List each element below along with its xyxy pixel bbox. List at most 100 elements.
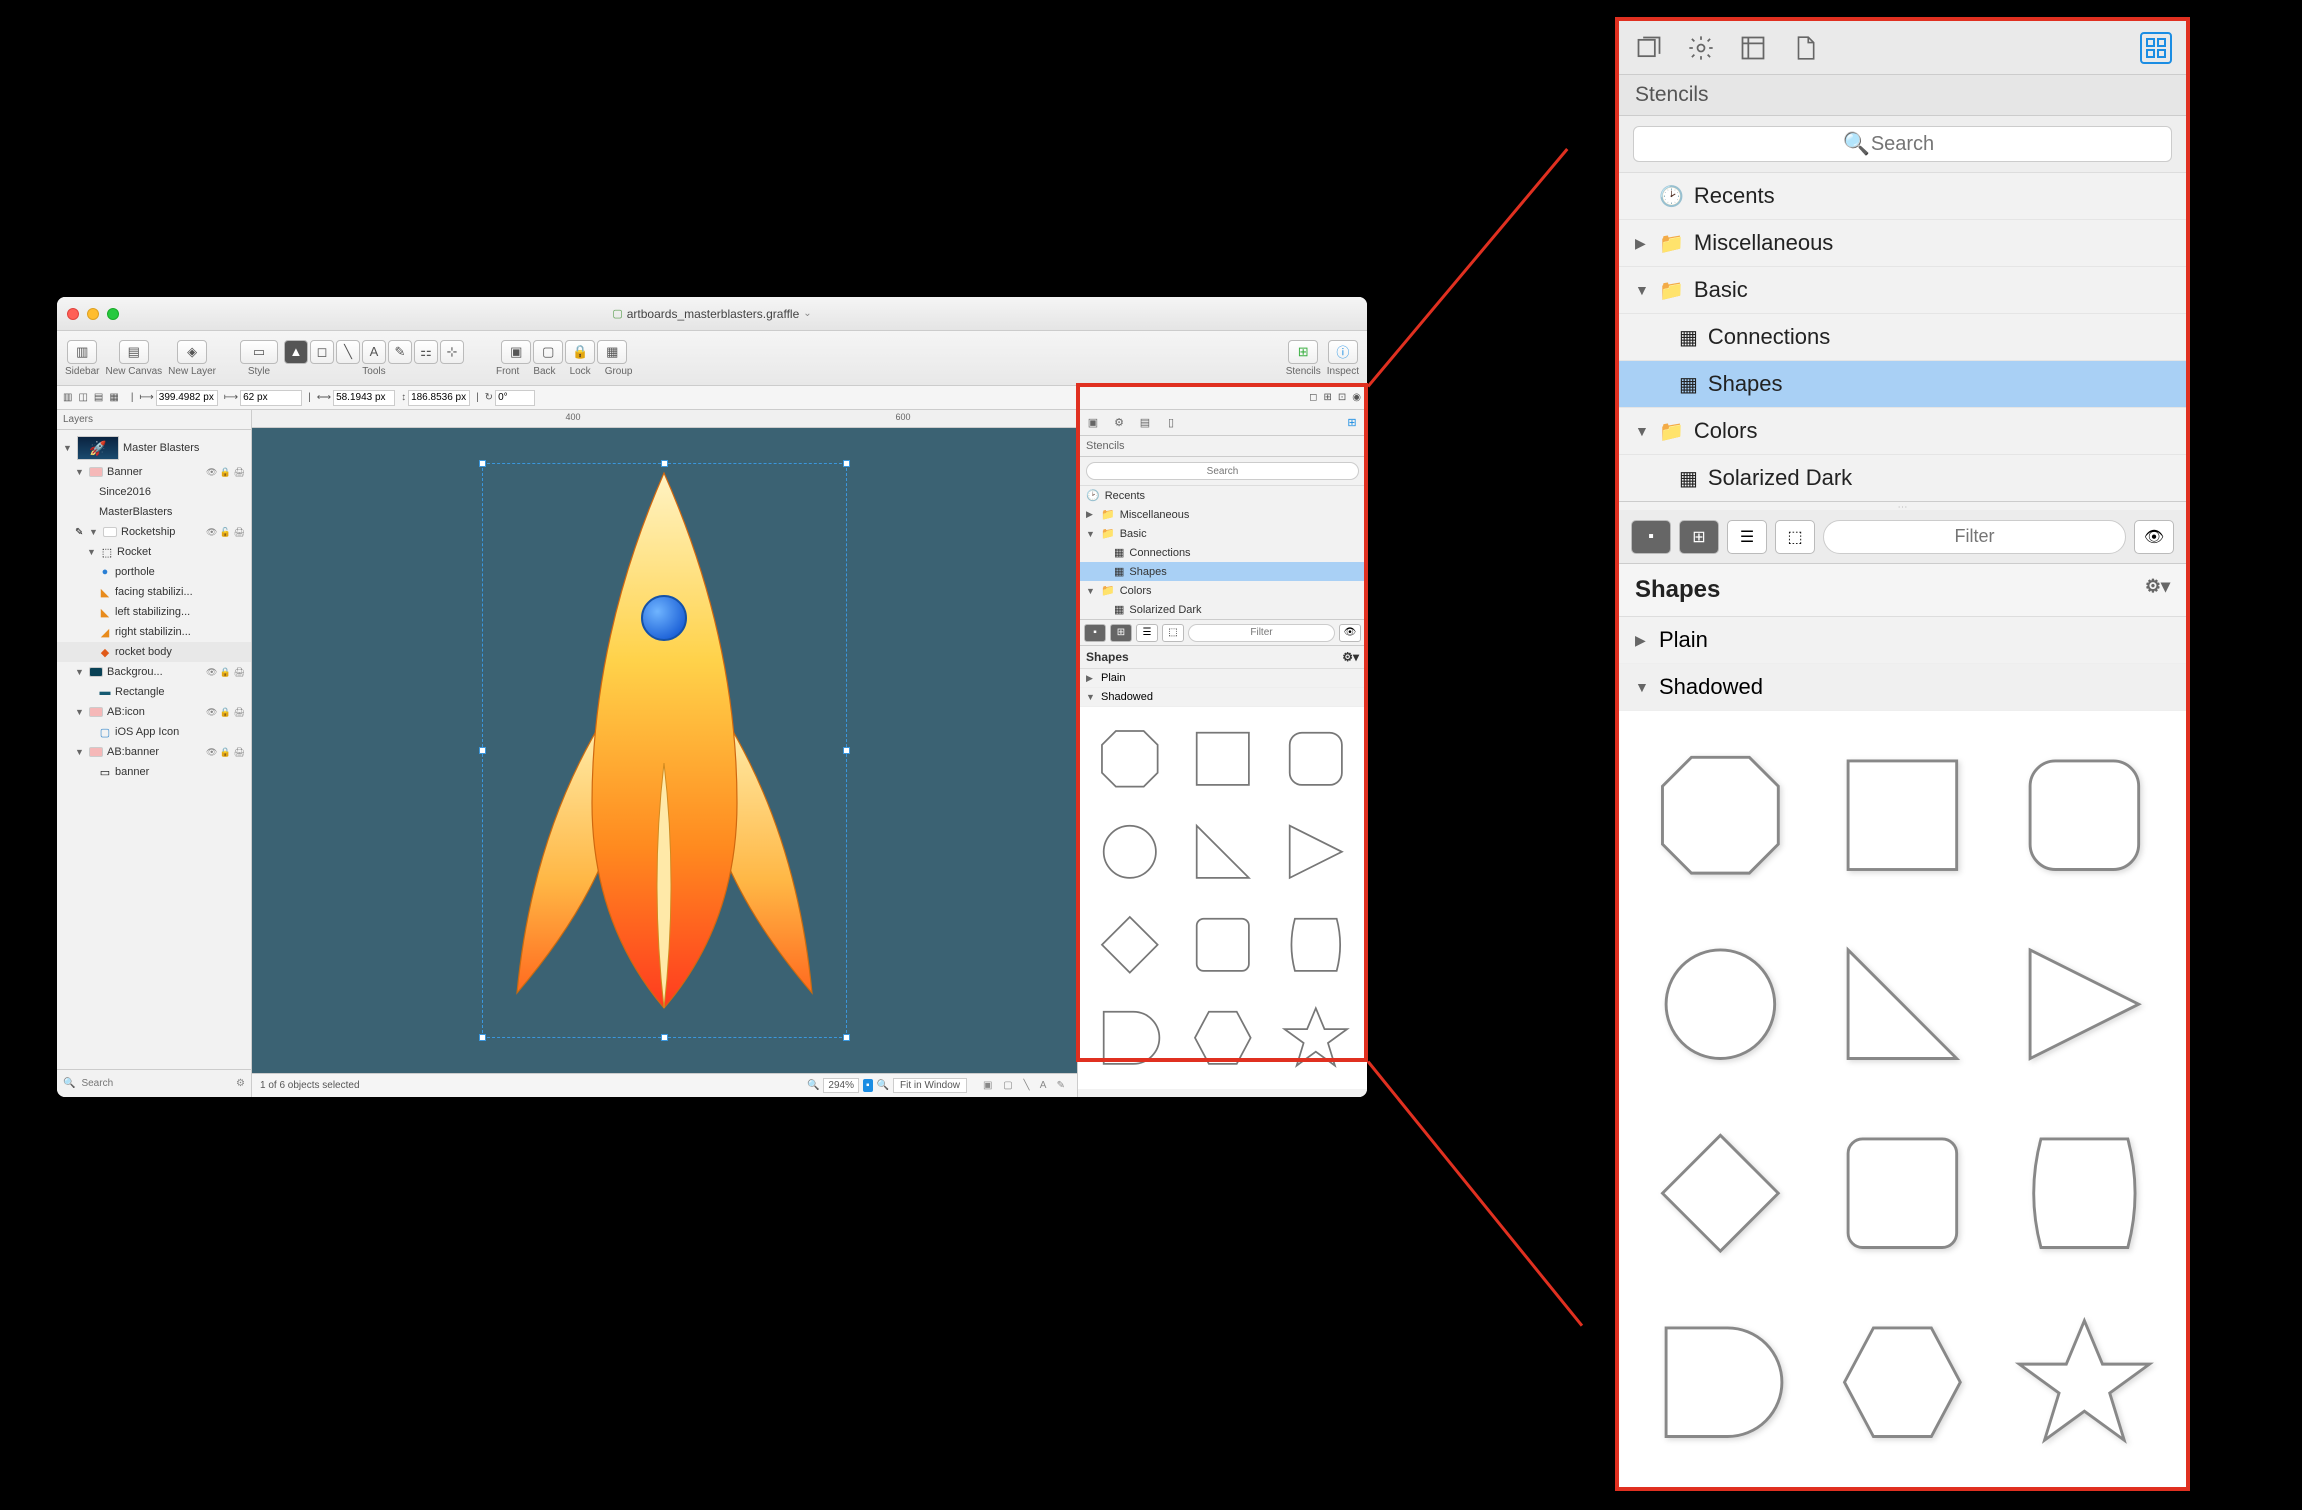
- view-mode-list-button[interactable]: ☰: [1136, 624, 1158, 642]
- layer-controls[interactable]: 👁 🔒 🖨: [206, 747, 245, 758]
- object-since2016[interactable]: Since2016: [57, 482, 251, 502]
- layer-controls[interactable]: 👁 🔒 🖨: [206, 707, 245, 718]
- eye-toggle-button[interactable]: 👁: [1339, 624, 1361, 642]
- shape-hexagon[interactable]: [1179, 994, 1266, 1081]
- disclosure-icon[interactable]: ▼: [87, 547, 97, 557]
- view-mode-single-button[interactable]: ▪: [1084, 624, 1106, 642]
- tree-solarized-dark-zoomed[interactable]: ▦ Solarized Dark: [1619, 455, 2186, 502]
- grid-icon[interactable]: ⊞: [1323, 392, 1331, 403]
- sidebar-mode-icon[interactable]: ▥: [63, 392, 72, 403]
- sidebar-mode3-icon[interactable]: ▤: [94, 392, 103, 403]
- tree-connections-zoomed[interactable]: ▦ Connections: [1619, 314, 2186, 361]
- layers-tree[interactable]: ▼ 🚀 Master Blasters ▼ Banner 👁 🔒 🖨 Since…: [57, 430, 251, 1069]
- zoom-value[interactable]: 294%: [823, 1078, 859, 1093]
- object-ios-app-icon[interactable]: ▢ iOS App Icon: [57, 722, 251, 742]
- canvas-master-blasters[interactable]: ▼ 🚀 Master Blasters: [57, 434, 251, 462]
- layers-search-input[interactable]: [81, 1078, 230, 1089]
- layer-controls[interactable]: 👁 🔒 🖨: [206, 467, 245, 478]
- disclosure-icon[interactable]: ▼: [75, 467, 85, 477]
- canvas-viewport[interactable]: [252, 428, 1077, 1073]
- sidebar-mode2-icon[interactable]: ◫: [78, 392, 87, 403]
- tree-colors-zoomed[interactable]: ▼ 📁 Colors: [1619, 408, 2186, 455]
- tree-miscellaneous-zoomed[interactable]: ▶ 📁 Miscellaneous: [1619, 220, 2186, 267]
- new-layer-button[interactable]: ◈: [177, 340, 207, 364]
- y-input[interactable]: [240, 390, 302, 406]
- pen-tool-button[interactable]: ✎: [388, 340, 412, 364]
- stencil-filter-input-zoomed[interactable]: [1823, 520, 2126, 554]
- tree-shapes-zoomed[interactable]: ▦ Shapes: [1619, 361, 2186, 408]
- mini-toolbar[interactable]: ▣ ▢ ╲ A ✎: [983, 1080, 1069, 1091]
- rotation-input[interactable]: [495, 390, 535, 406]
- shape-right-triangle-zoomed[interactable]: [1817, 916, 1987, 1093]
- tree-miscellaneous[interactable]: ▶📁Miscellaneous: [1078, 505, 1367, 524]
- properties-inspector-tab[interactable]: ⚙︎: [1110, 414, 1128, 432]
- tree-recents-zoomed[interactable]: 🕑 Recents: [1619, 173, 2186, 220]
- shape-diamond-zoomed[interactable]: [1635, 1105, 1805, 1282]
- disclosure-icon[interactable]: ▶: [1635, 632, 1649, 649]
- selection-handle-w[interactable]: [479, 747, 486, 754]
- disclosure-icon[interactable]: ▼: [75, 747, 85, 757]
- stencils-toggle-button[interactable]: ⊞: [1288, 340, 1318, 364]
- line-tool-button[interactable]: ╲: [336, 340, 360, 364]
- lock-button[interactable]: 🔒: [565, 340, 595, 364]
- sidebar-toggle-button[interactable]: ▥: [67, 340, 97, 364]
- zoom-window-button[interactable]: [107, 308, 119, 320]
- shape-half-round[interactable]: [1086, 994, 1173, 1081]
- stencils-tree[interactable]: 🕑Recents ▶📁Miscellaneous ▼📁Basic ▦Connec…: [1078, 486, 1367, 620]
- selection-handle-ne[interactable]: [843, 460, 850, 467]
- group-button[interactable]: ▦: [597, 340, 627, 364]
- tree-shapes[interactable]: ▦Shapes: [1078, 562, 1367, 581]
- shape-octagon[interactable]: [1086, 715, 1173, 802]
- plain-subsection[interactable]: ▶Plain: [1078, 669, 1367, 688]
- shape-rounded-rect[interactable]: [1179, 901, 1266, 988]
- disclosure-icon[interactable]: ▼: [75, 707, 85, 717]
- zoom-slider-icon[interactable]: ▪: [863, 1079, 873, 1092]
- shape-triangle-zoomed[interactable]: [2000, 916, 2170, 1093]
- selection-handle-se[interactable]: [843, 1034, 850, 1041]
- stencils-search-input[interactable]: [1086, 462, 1359, 480]
- shape-square[interactable]: [1179, 715, 1266, 802]
- disclosure-icon[interactable]: ▼: [1086, 692, 1096, 702]
- object-right-stabilizer[interactable]: ◢ right stabilizin...: [57, 622, 251, 642]
- stamp-tool-button[interactable]: ⊹: [440, 340, 464, 364]
- selection-handle-nw[interactable]: [479, 460, 486, 467]
- layer-background[interactable]: ▼ Backgrou... 👁 🔒 🖨: [57, 662, 251, 682]
- disclosure-icon[interactable]: ▶: [1086, 673, 1096, 684]
- object-rocket-body[interactable]: ◆ rocket body: [57, 642, 251, 662]
- disclosure-icon[interactable]: ▼: [1635, 282, 1649, 298]
- layer-ab-icon[interactable]: ▼ AB:icon 👁 🔒 🖨: [57, 702, 251, 722]
- horizontal-ruler[interactable]: 400 600: [252, 410, 1077, 428]
- shadowed-subsection[interactable]: ▼Shadowed: [1078, 688, 1367, 707]
- inspect-toggle-button[interactable]: ⓘ: [1328, 340, 1358, 364]
- shape-triangle[interactable]: [1272, 808, 1359, 895]
- magnets-icon[interactable]: ◉: [1352, 392, 1361, 403]
- disclosure-icon[interactable]: ▼: [75, 667, 85, 677]
- grabber-icon[interactable]: ⋯: [1619, 502, 2186, 510]
- object-inspector-tab[interactable]: ▣: [1084, 414, 1102, 432]
- shape-diamond[interactable]: [1086, 901, 1173, 988]
- tree-recents[interactable]: 🕑Recents: [1078, 486, 1367, 505]
- document-inspector-tab[interactable]: ▯: [1162, 414, 1180, 432]
- titlebar[interactable]: ▢ artboards_masterblasters.graffle ⌄: [57, 297, 1367, 331]
- artboard[interactable]: [482, 463, 847, 1038]
- shape-rounded-rect-zoomed[interactable]: [1817, 1105, 1987, 1282]
- selection-handle-sw[interactable]: [479, 1034, 486, 1041]
- zoom-out-icon[interactable]: 🔍: [807, 1080, 819, 1091]
- style-button[interactable]: ▭: [240, 340, 278, 364]
- view-mode-hierarchy-button[interactable]: ⬚: [1162, 624, 1184, 642]
- tree-colors[interactable]: ▼📁Colors: [1078, 581, 1367, 600]
- disclosure-icon[interactable]: ▼: [1086, 586, 1096, 596]
- view-mode-hierarchy-button-zoomed[interactable]: ⬚: [1775, 520, 1815, 554]
- shape-square-zoomed[interactable]: [1817, 727, 1987, 904]
- shape-barrel[interactable]: [1272, 901, 1359, 988]
- shape-rounded-square-zoomed[interactable]: [2000, 727, 2170, 904]
- object-left-stabilizer[interactable]: ◣ left stabilizing...: [57, 602, 251, 622]
- stencils-tree-zoomed[interactable]: 🕑 Recents ▶ 📁 Miscellaneous ▼ 📁 Basic ▦ …: [1619, 173, 2186, 510]
- shape-right-triangle[interactable]: [1179, 808, 1266, 895]
- canvas-inspector-tab[interactable]: ▤: [1136, 414, 1154, 432]
- shape-circle[interactable]: [1086, 808, 1173, 895]
- view-mode-grid-button[interactable]: ⊞: [1110, 624, 1132, 642]
- back-button[interactable]: ▢: [533, 340, 563, 364]
- minimize-window-button[interactable]: [87, 308, 99, 320]
- layer-ab-banner[interactable]: ▼ AB:banner 👁 🔒 🖨: [57, 742, 251, 762]
